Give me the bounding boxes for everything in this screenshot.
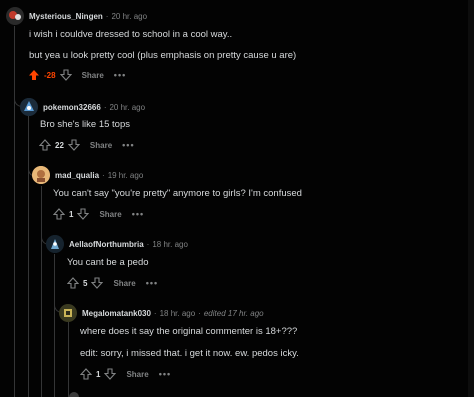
- edited-label: edited 17 hr. ago: [203, 308, 264, 318]
- vote-score: 1: [96, 369, 101, 379]
- more-options-button[interactable]: •••: [159, 369, 171, 379]
- avatar[interactable]: [6, 7, 24, 25]
- comment-header: AellaofNorthumbria · 18 hr. ago: [46, 235, 188, 253]
- more-options-button[interactable]: •••: [146, 278, 158, 288]
- share-button[interactable]: Share: [126, 370, 148, 379]
- avatar-icon: [46, 235, 64, 253]
- comment-thread: Mysterious_Ningen · 20 hr. ago i wish i …: [0, 0, 474, 397]
- username[interactable]: pokemon32666: [43, 103, 101, 112]
- avatar-icon: [59, 304, 77, 322]
- avatar[interactable]: [59, 304, 77, 322]
- username[interactable]: Mysterious_Ningen: [29, 12, 103, 21]
- thread-line-level-4[interactable]: [68, 322, 69, 397]
- comment-header: Megalomatank030 · 18 hr. ago · edited 17…: [59, 304, 264, 322]
- comment-body-line: but yea u look pretty cool (plus emphasi…: [29, 50, 297, 61]
- avatar-icon: [6, 7, 24, 25]
- separator-dot: ·: [105, 11, 109, 21]
- downvote-icon[interactable]: [59, 69, 72, 81]
- avatar-icon: [20, 98, 38, 116]
- comment-body-line: You can't say "you're pretty" anymore to…: [53, 188, 302, 199]
- timestamp[interactable]: 20 hr. ago: [111, 12, 147, 21]
- comment-body-line: i wish i couldve dressed to school in a …: [29, 29, 233, 40]
- share-button[interactable]: Share: [113, 279, 135, 288]
- downvote-icon[interactable]: [77, 208, 90, 220]
- comment-actions: 22 Share •••: [39, 139, 135, 151]
- timestamp[interactable]: 18 hr. ago: [160, 309, 196, 318]
- avatar[interactable]: [46, 235, 64, 253]
- comment-body-line: Bro she's like 15 tops: [40, 119, 130, 130]
- comment-body-line: where does it say the original commenter…: [80, 326, 298, 337]
- avatar[interactable]: [32, 166, 50, 184]
- share-button[interactable]: Share: [82, 71, 104, 80]
- downvote-icon[interactable]: [67, 139, 80, 151]
- comment-actions: 1 Share •••: [53, 208, 144, 220]
- downvote-icon[interactable]: [104, 368, 117, 380]
- separator-dot: ·: [198, 308, 201, 318]
- vote-score: 1: [69, 209, 74, 219]
- more-options-button[interactable]: •••: [132, 209, 144, 219]
- vote-score: -28: [44, 70, 56, 80]
- username[interactable]: mad_qualia: [55, 171, 99, 180]
- timestamp[interactable]: 19 hr. ago: [108, 171, 144, 180]
- vote-score: 22: [55, 140, 64, 150]
- separator-dot: ·: [102, 170, 105, 180]
- upvote-icon[interactable]: [80, 368, 92, 380]
- timestamp[interactable]: 18 hr. ago: [152, 240, 188, 249]
- comment-actions: -28 Share •••: [28, 69, 126, 81]
- comment-header: Mysterious_Ningen · 20 hr. ago: [6, 7, 147, 25]
- vote-score: 5: [83, 278, 88, 288]
- downvote-icon[interactable]: [91, 277, 104, 289]
- upvote-icon[interactable]: [53, 208, 65, 220]
- upvote-icon[interactable]: [67, 277, 79, 289]
- timestamp[interactable]: 20 hr. ago: [109, 103, 145, 112]
- comment-actions: 1 Share •••: [80, 368, 171, 380]
- separator-dot: ·: [153, 308, 157, 318]
- comment-header: pokemon32666 · 20 hr. ago: [20, 98, 145, 116]
- thread-line-level-3[interactable]: [54, 254, 55, 397]
- separator-dot: ·: [103, 102, 107, 112]
- thread-line-level-2[interactable]: [41, 186, 42, 397]
- share-button[interactable]: Share: [99, 210, 121, 219]
- comment-body-line: edit: sorry, i missed that. i get it now…: [80, 348, 299, 359]
- thread-line-level-0[interactable]: [14, 26, 15, 397]
- scrollbar[interactable]: [468, 0, 474, 397]
- comment-body-line: You cant be a pedo: [67, 257, 149, 268]
- more-options-button[interactable]: •••: [122, 140, 134, 150]
- username[interactable]: AellaofNorthumbria: [69, 240, 144, 249]
- comment-header: mad_qualia · 19 hr. ago: [32, 166, 143, 184]
- avatar[interactable]: [20, 98, 38, 116]
- avatar-icon: [32, 166, 50, 184]
- username[interactable]: Megalomatank030: [82, 309, 151, 318]
- separator-dot: ·: [146, 239, 150, 249]
- share-button[interactable]: Share: [90, 141, 112, 150]
- upvote-icon[interactable]: [39, 139, 51, 151]
- comment-actions: 5 Share •••: [67, 277, 158, 289]
- avatar[interactable]: [69, 392, 79, 397]
- upvote-icon[interactable]: [28, 69, 40, 81]
- more-options-button[interactable]: •••: [114, 70, 126, 80]
